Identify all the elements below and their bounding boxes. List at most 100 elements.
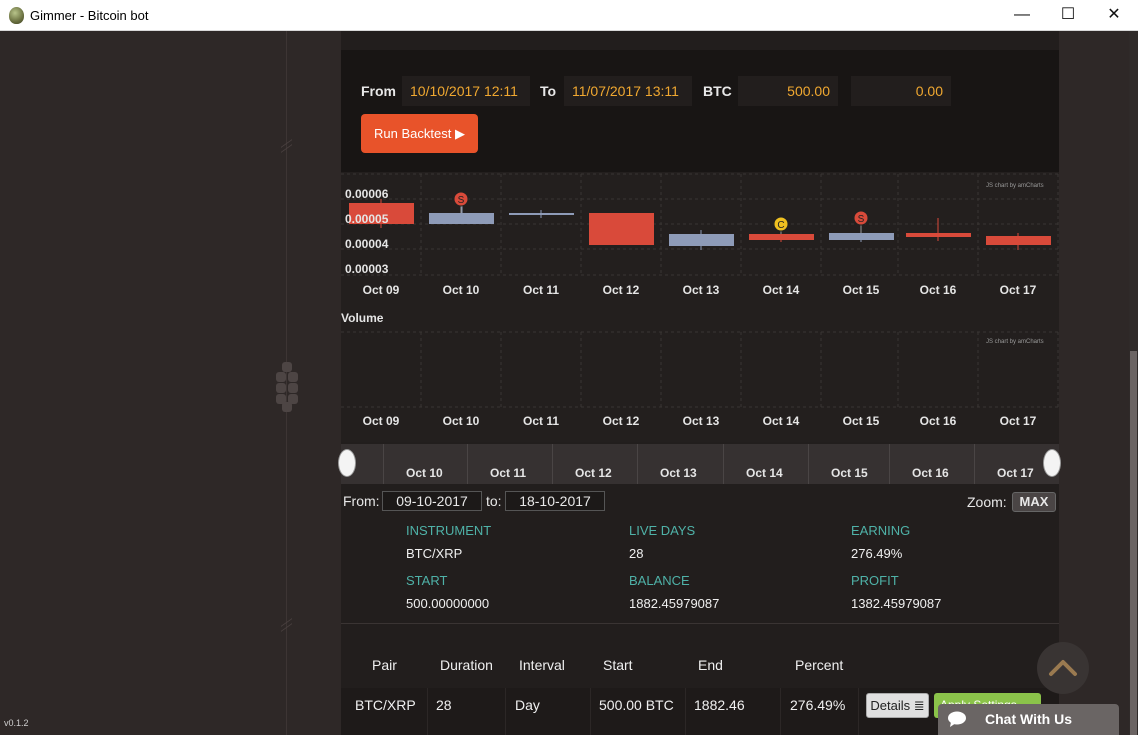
volume-title: Volume [341, 311, 384, 325]
details-button-label: Details [870, 698, 911, 713]
earning-label: EARNING [851, 523, 911, 538]
navigator-left-handle[interactable] [338, 449, 356, 477]
app-window: Gimmer - Bitcoin bot — ☐ ✕ v0.1.2 From 1… [0, 0, 1138, 735]
x-tick: Oct 12 [603, 414, 640, 428]
list-icon: ≣ [913, 698, 925, 713]
x-tick: Oct 15 [843, 414, 880, 428]
range-from-label: From: [343, 493, 380, 509]
table-cell-percent: 276.49% [790, 697, 846, 713]
zoom-label: Zoom: [967, 494, 1007, 510]
minimize-button[interactable]: — [999, 0, 1045, 31]
x-tick: Oct 15 [843, 283, 880, 297]
from-date-field[interactable]: 10/10/2017 12:11 [402, 76, 530, 106]
run-backtest-button[interactable]: Run Backtest ▶ [361, 114, 478, 153]
btc-amount-field[interactable]: 500.00 [738, 76, 838, 106]
x-tick: Oct 13 [683, 283, 720, 297]
earning-value: 276.49% [851, 546, 903, 561]
scrollbar-thumb[interactable] [1130, 351, 1137, 735]
balance-label: BALANCE [629, 573, 690, 588]
close-marker-label: C [777, 220, 784, 231]
table-cell-start: 500.00 BTC [599, 697, 674, 713]
start-label: START [406, 573, 448, 588]
chat-with-us-button[interactable]: Chat With Us [938, 704, 1119, 735]
x-tick: Oct 17 [1000, 414, 1037, 428]
start-value: 500.00000000 [406, 596, 490, 611]
balance-value: 1882.45979087 [629, 596, 720, 611]
title-bar: Gimmer - Bitcoin bot — ☐ ✕ [0, 0, 1138, 31]
chat-bubble-icon [948, 711, 966, 727]
btc-label: BTC [703, 83, 732, 99]
gimmer-logo-icon [9, 7, 24, 24]
window-title: Gimmer - Bitcoin bot [30, 8, 149, 23]
instrument-value: BTC/XRP [406, 546, 463, 561]
chevron-up-icon [1049, 660, 1077, 676]
navigator-right-handle[interactable] [1043, 449, 1061, 477]
table-header-percent: Percent [795, 657, 844, 673]
x-tick: Oct 16 [920, 283, 957, 297]
right-gutter [1059, 31, 1129, 735]
x-tick: Oct 16 [920, 414, 957, 428]
x-tick: Oct 09 [363, 414, 400, 428]
navigator-tick: Oct 10 [406, 466, 443, 480]
instrument-label: INSTRUMENT [406, 523, 492, 538]
to-date-field[interactable]: 11/07/2017 13:11 [564, 76, 692, 106]
version-label: v0.1.2 [4, 718, 29, 728]
navigator-tick: Oct 14 [746, 466, 783, 480]
chart-credit: JS chart by amCharts [986, 339, 1044, 345]
table-cell-end: 1882.46 [694, 697, 745, 713]
table-header-start: Start [603, 657, 633, 673]
profit-label: PROFIT [851, 573, 899, 588]
x-tick: Oct 10 [443, 414, 480, 428]
x-tick: Oct 14 [763, 283, 800, 297]
candle-oct10 [429, 213, 494, 224]
profit-value: 1382.45979087 [851, 596, 942, 611]
navigator-tick: Oct 16 [912, 466, 949, 480]
section-divider [341, 623, 1059, 624]
x-tick: Oct 13 [683, 414, 720, 428]
range-from-input[interactable]: 09-10-2017 [382, 491, 482, 511]
navigator-tick: Oct 15 [831, 466, 868, 480]
chart-area: S C S 0.00006 0.00005 0.00004 0.00003 Oc… [341, 172, 1059, 442]
x-tick: Oct 14 [763, 414, 800, 428]
table-cell-duration: 28 [436, 697, 452, 713]
scroll-to-top-button[interactable] [1037, 642, 1089, 694]
navigator-tick: Oct 17 [997, 466, 1034, 480]
sell-marker-label: S [458, 195, 465, 206]
x-tick: Oct 10 [443, 283, 480, 297]
table-header-end: End [698, 657, 723, 673]
x-tick: Oct 09 [363, 283, 400, 297]
y-tick: 0.00005 [345, 212, 389, 226]
details-button[interactable]: Details ≣ [866, 693, 929, 718]
live-days-value: 28 [629, 546, 644, 561]
table-cell-pair: BTC/XRP [355, 697, 416, 713]
from-label: From [361, 83, 396, 99]
live-days-label: LIVE DAYS [629, 523, 696, 538]
y-tick: 0.00003 [345, 262, 389, 276]
table-cell-interval: Day [515, 697, 540, 713]
close-button[interactable]: ✕ [1091, 0, 1137, 31]
chart-navigator[interactable]: Oct 10 Oct 11 Oct 12 Oct 13 Oct 14 Oct 1… [341, 444, 1059, 484]
backtest-form [341, 50, 1059, 172]
secondary-amount-field[interactable]: 0.00 [851, 76, 951, 106]
zoom-max-button[interactable]: MAX [1012, 492, 1056, 512]
to-label: To [540, 83, 557, 99]
navigator-tick: Oct 11 [490, 466, 527, 480]
y-tick: 0.00006 [345, 187, 389, 201]
maximize-button[interactable]: ☐ [1045, 0, 1091, 31]
range-to-label: to: [486, 493, 502, 509]
price-volume-chart[interactable]: S C S 0.00006 0.00005 0.00004 0.00003 Oc… [341, 172, 1059, 442]
range-to-input[interactable]: 18-10-2017 [505, 491, 605, 511]
y-tick: 0.00004 [345, 237, 389, 251]
vertical-scrollbar[interactable] [1129, 31, 1138, 735]
x-tick: Oct 12 [603, 283, 640, 297]
x-tick: Oct 17 [1000, 283, 1037, 297]
candle-oct12 [589, 213, 654, 245]
table-header-interval: Interval [519, 657, 565, 673]
honeycomb-icon [274, 362, 300, 412]
chat-label: Chat With Us [985, 711, 1072, 727]
navigator-tick: Oct 12 [575, 466, 612, 480]
sell-marker-label: S [858, 214, 865, 225]
table-header-pair: Pair [372, 657, 397, 673]
chart-credit: JS chart by amCharts [986, 183, 1044, 189]
x-tick: Oct 11 [523, 414, 559, 428]
